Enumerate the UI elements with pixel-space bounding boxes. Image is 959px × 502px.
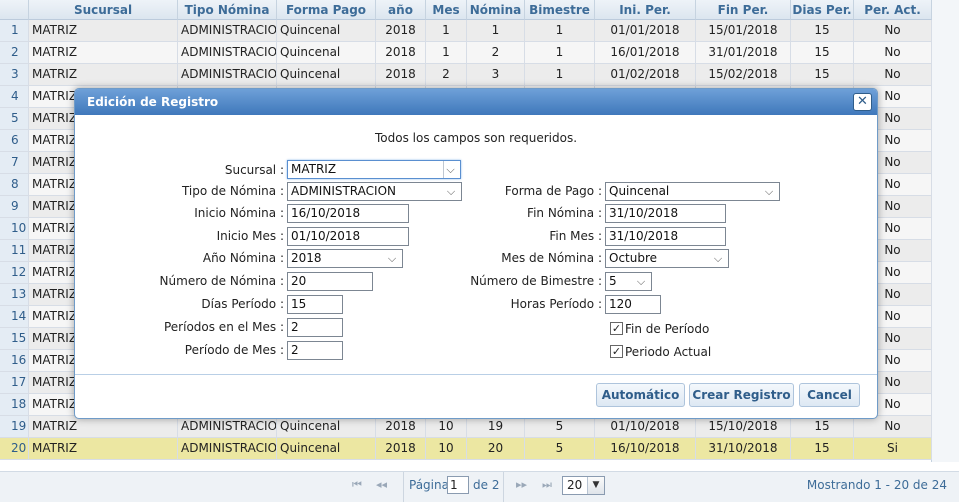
numero-bimestre-select[interactable]: 5 ⌵ [605,272,652,291]
horas-periodo-input[interactable]: 120 [605,295,661,314]
page-number-input[interactable]: 1 [447,476,469,494]
cancel-button[interactable]: Cancel [799,383,860,407]
mes-nomina-select[interactable]: Octubre ⌵ [605,249,729,268]
numero-bimestre-label: Número de Bimestre : [470,274,602,288]
periodo-de-mes-input[interactable]: 2 [287,341,343,360]
periodo-actual-label: Periodo Actual [625,345,712,359]
page-size-value: 20 [567,478,583,492]
forma-pago-label: Forma de Pago : [504,184,602,198]
chevron-down-icon: ⌵ [713,252,723,265]
numero-bimestre-value: 5 [609,274,617,288]
sucursal-value: MATRIZ [291,162,337,176]
pager-divider [503,472,504,502]
crear-registro-button[interactable]: Crear Registro [689,383,794,407]
periodo-actual-checkbox[interactable]: ✓ [610,345,623,358]
page-size-select[interactable]: 20 ▼ [562,476,605,495]
tipo-nomina-label: Tipo de Nómina : [181,184,284,198]
pager-divider [403,472,404,502]
prev-page-icon[interactable]: ◂◂ [376,478,387,491]
tipo-nomina-value: ADMINISTRACION [291,184,396,198]
dialog-footer-divider [75,374,877,375]
chevron-down-icon: ⌵ [446,185,456,198]
forma-pago-value: Quincenal [609,184,670,198]
fin-nomina-label: Fin Nómina : [527,206,602,220]
numero-nomina-input[interactable]: 20 [287,272,373,291]
required-note: Todos los campos son requeridos. [374,131,578,145]
tipo-nomina-select[interactable]: ADMINISTRACION ⌵ [287,182,462,201]
periodos-mes-label: Períodos en el Mes : [163,320,284,334]
chevron-down-icon: ⌵ [764,185,774,198]
grid-pager: ⏮ ◂◂ Página 1 de 2 ▸▸ ⏭ 20 ▼ Mostrando 1… [0,471,959,502]
first-page-icon[interactable]: ⏮ [352,478,362,492]
inicio-nomina-label: Inicio Nómina : [194,206,284,220]
horas-periodo-label: Horas Período : [510,297,602,311]
next-page-icon[interactable]: ▸▸ [516,478,527,491]
numero-nomina-label: Número de Nómina : [159,274,284,288]
dias-periodo-label: Días Período : [201,297,284,311]
inicio-nomina-input[interactable]: 16/10/2018 [287,204,409,223]
page-label: Página [409,478,449,492]
sucursal-select[interactable]: MATRIZ ⌵ [287,160,461,179]
close-icon[interactable]: ✕ [853,93,872,111]
chevron-down-icon: ▼ [587,477,604,494]
chevron-down-icon: ⌵ [636,275,646,288]
sucursal-label: Sucursal : [224,163,284,177]
chevron-down-icon: ⌵ [387,252,397,265]
last-page-icon[interactable]: ⏭ [542,478,552,492]
mes-nomina-label: Mes de Nómina : [501,251,602,265]
forma-pago-select[interactable]: Quincenal ⌵ [605,182,780,201]
fin-mes-label: Fin Mes : [549,229,602,243]
fin-periodo-label: Fin de Período [625,322,710,336]
chevron-down-icon: ⌵ [443,161,457,178]
edit-record-dialog: Edición de Registro ✕ Todos los campos s… [74,88,878,419]
dialog-title: Edición de Registro [87,95,219,109]
anio-nomina-value: 2018 [291,251,322,265]
dialog-body: Todos los campos son requeridos. Sucursa… [75,115,877,374]
anio-nomina-select[interactable]: 2018 ⌵ [287,249,403,268]
records-summary: Mostrando 1 - 20 de 24 [806,478,947,492]
inicio-mes-label: Inicio Mes : [216,229,284,243]
periodos-mes-input[interactable]: 2 [287,318,343,337]
inicio-mes-input[interactable]: 01/10/2018 [287,227,409,246]
fin-nomina-input[interactable]: 31/10/2018 [605,204,726,223]
fin-periodo-checkbox[interactable]: ✓ [610,322,623,335]
dialog-title-bar[interactable]: Edición de Registro [75,89,877,115]
periodo-de-mes-label: Período de Mes : [184,343,284,357]
fin-mes-input[interactable]: 31/10/2018 [605,227,726,246]
mes-nomina-value: Octubre [609,251,658,265]
automatico-button[interactable]: Automático [596,383,685,407]
page-total-label: de 2 [473,478,500,492]
dias-periodo-input[interactable]: 15 [287,295,343,314]
anio-nomina-label: Año Nómina : [202,251,284,265]
